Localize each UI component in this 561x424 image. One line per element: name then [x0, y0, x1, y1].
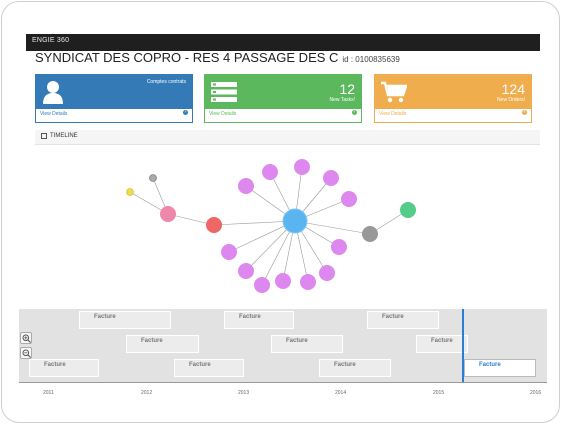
graph-node-leaf[interactable]: [300, 274, 316, 290]
arrow-circle-right-icon: ›: [522, 109, 527, 115]
axis-year-label: 2015: [433, 390, 445, 396]
timeline-panel[interactable]: Facture Facture Facture Facture Facture …: [19, 309, 547, 391]
graph-node-pink[interactable]: [160, 206, 176, 222]
timeline-event[interactable]: Facture: [79, 311, 171, 329]
tasks-card-header: 12 New Tasks!: [205, 75, 361, 109]
arrow-circle-right-icon: ›: [352, 109, 357, 115]
timeline-header-label: TIMELINE: [50, 133, 78, 139]
tasks-view-details-link[interactable]: View Details ›: [205, 107, 361, 122]
zoom-in-button[interactable]: [20, 332, 32, 344]
list-icon: [211, 82, 237, 102]
graph-node-leaf[interactable]: [275, 273, 291, 289]
graph-node-leaf[interactable]: [323, 170, 339, 186]
timeline-event[interactable]: Facture: [271, 335, 343, 353]
orders-label: New Orders!: [496, 97, 525, 103]
network-graph[interactable]: [2, 142, 560, 302]
orders-card: 124 New Orders! View Details ›: [374, 74, 532, 123]
graph-node-leaf[interactable]: [262, 164, 278, 180]
contracts-card-header: Comptes contrats: [36, 75, 192, 109]
axis-year-label: 2011: [43, 390, 54, 396]
zoom-in-icon: [22, 334, 31, 343]
contracts-card: Comptes contrats View Details ›: [35, 74, 193, 123]
axis-year-label: 2014: [335, 390, 347, 396]
graph-node-leaf[interactable]: [341, 191, 357, 207]
timeline-event[interactable]: Facture: [416, 335, 468, 353]
zoom-out-button[interactable]: [20, 347, 32, 359]
page-title-text: SYNDICAT DES COPRO - RES 4 PASSAGE DES C: [35, 50, 339, 65]
graph-nodes: [126, 159, 416, 293]
timeline-event[interactable]: Facture: [319, 359, 391, 377]
graph-node-red[interactable]: [206, 217, 222, 233]
graph-node-leaf[interactable]: [331, 239, 347, 255]
axis-year-label: 2016: [530, 390, 542, 396]
graph-node-small-gray[interactable]: [149, 174, 157, 182]
timeline-axis: 2011 2012 2013 2014 2015 2016: [19, 382, 547, 396]
page-title: SYNDICAT DES COPRO - RES 4 PASSAGE DES C…: [35, 50, 400, 65]
cart-icon: [381, 81, 407, 103]
timeline-event[interactable]: Facture: [367, 311, 439, 329]
timeline-event[interactable]: Facture: [126, 335, 199, 353]
orders-view-details-link[interactable]: View Details ›: [375, 107, 531, 122]
orders-card-header: 124 New Orders!: [375, 75, 531, 109]
timeline-event[interactable]: Facture: [29, 359, 99, 377]
timeline-event[interactable]: Facture: [224, 311, 294, 329]
view-details-label: View Details: [40, 111, 68, 117]
app-header: ENGIE 360: [26, 34, 540, 51]
view-details-label: View Details: [209, 111, 237, 117]
tasks-count: 12: [339, 81, 355, 97]
graph-node-green[interactable]: [400, 202, 416, 218]
axis-year-label: 2012: [141, 390, 153, 396]
timeline-event[interactable]: Facture: [174, 359, 244, 377]
page-id: id : 0100835639: [342, 55, 400, 64]
axis-year-label: 2013: [238, 390, 250, 396]
graph-node-leaf[interactable]: [221, 244, 237, 260]
contracts-view-details-link[interactable]: View Details ›: [36, 107, 192, 122]
tasks-card: 12 New Tasks! View Details ›: [204, 74, 362, 123]
window-frame: ENGIE 360 SYNDICAT DES COPRO - RES 4 PAS…: [1, 1, 560, 423]
graph-node-leaf[interactable]: [238, 178, 254, 194]
graph-node-leaf[interactable]: [294, 159, 310, 175]
graph-edges: [129, 166, 409, 286]
user-icon: [43, 81, 63, 104]
timeline-current-marker[interactable]: [462, 309, 464, 385]
arrow-circle-right-icon: ›: [183, 109, 188, 115]
graph-node-gray[interactable]: [362, 226, 378, 242]
orders-count: 124: [501, 81, 525, 97]
graph-node-yellow[interactable]: [126, 188, 134, 196]
contracts-card-label: Comptes contrats: [146, 79, 186, 85]
zoom-out-icon: [22, 349, 31, 358]
timeline-event-selected[interactable]: Facture: [464, 359, 536, 377]
tasks-label: New Tasks!: [329, 97, 355, 103]
app-title: ENGIE 360: [32, 37, 70, 44]
graph-node-leaf[interactable]: [254, 277, 270, 293]
graph-node-leaf[interactable]: [238, 263, 254, 279]
calendar-icon: [41, 133, 47, 139]
graph-node-leaf[interactable]: [319, 265, 335, 281]
graph-node-hub[interactable]: [282, 208, 308, 234]
view-details-label: View Details: [379, 111, 407, 117]
